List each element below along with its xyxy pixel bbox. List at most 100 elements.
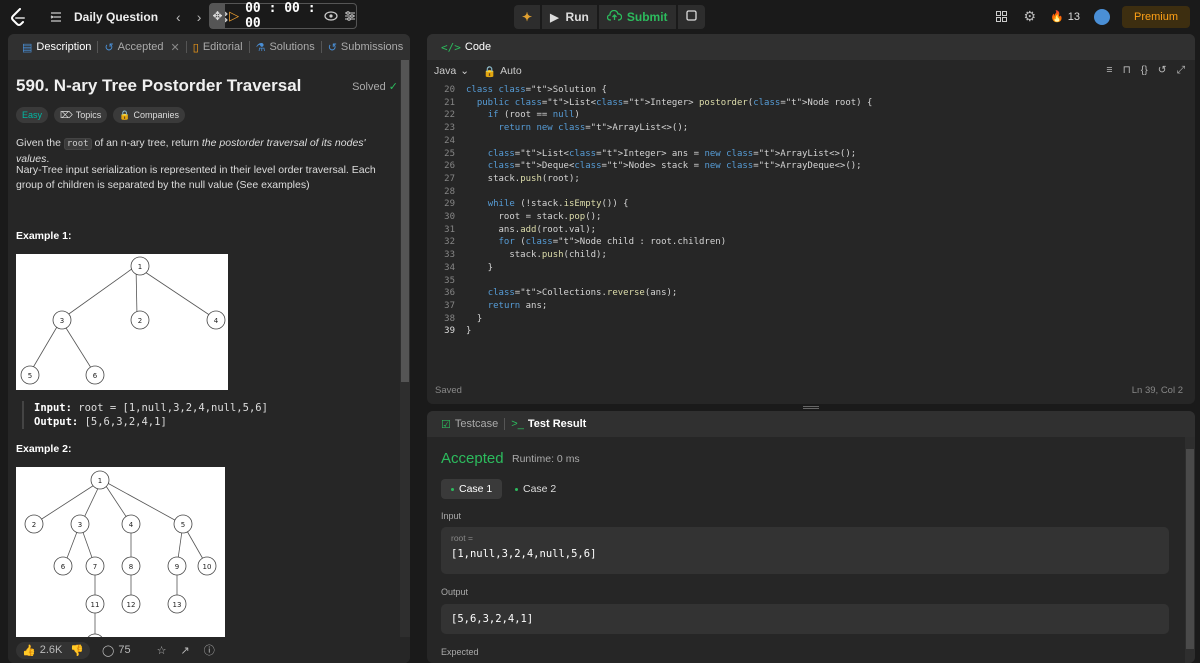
comments-button[interactable]: ◯ 75 [102,644,131,657]
help-icon[interactable]: ⓘ [204,642,215,658]
code-text: root = stack.pop(); [466,212,602,222]
timer: ✥ ▷ 00 : 00 : 00 [209,1,357,31]
notes-button[interactable] [677,5,705,29]
streak-counter[interactable]: 🔥 13 [1050,10,1080,24]
debug-button[interactable]: ✦ [514,5,541,29]
reset-icon[interactable]: ↺ [1158,64,1167,77]
example-1-tree-image: 1 3 2 4 5 6 [16,254,228,390]
tab-description[interactable]: ▤ Description [16,41,97,54]
comment-icon: ◯ [102,644,115,657]
format-icon[interactable]: ≡ [1106,64,1112,77]
code-line[interactable]: 39} [427,325,1195,338]
code-line[interactable]: 26 class="t">Deque<class="t">Node> stack… [427,160,1195,173]
code-line[interactable]: 35 [427,275,1195,288]
tab-submissions[interactable]: ↺ Submissions [322,41,410,54]
result-tabs: ☑ Testcase >_ Test Result [427,411,1195,437]
tree-node-label: 10 [203,563,212,571]
code-line[interactable]: 21 public class="t">List<class="t">Integ… [427,97,1195,110]
braces-icon[interactable]: {} [1141,64,1148,77]
prev-question-icon[interactable]: ‹ [176,9,181,25]
chevron-down-icon: ⌄ [460,65,469,77]
language-select[interactable]: Java ⌄ [434,65,469,77]
tab-solutions[interactable]: ⚗ Solutions [250,41,321,54]
editor-actions: ≡ ⊓ {} ↺ ⤢ [1106,64,1185,77]
streak-count: 13 [1067,10,1080,23]
example-1-io: Input: root = [1,null,3,2,4,null,5,6] Ou… [22,401,268,429]
tree-node-label: 1 [98,477,102,485]
statement-text: Given the [16,137,64,149]
problem-list-icon[interactable] [50,11,62,23]
line-number: 21 [444,97,455,108]
code-line[interactable]: 31 ans.add(root.val); [427,224,1195,237]
auto-mode[interactable]: 🔒 Auto [483,65,522,78]
submit-button[interactable]: Submit [598,5,676,29]
tab-description-label: Description [36,41,92,53]
code-line[interactable]: 30 root = stack.pop(); [427,211,1195,224]
thumbs-down-icon[interactable]: 👎 [70,644,84,657]
tab-editorial[interactable]: ▯ Editorial [187,41,249,54]
code-line[interactable]: 36 class="t">Collections.reverse(ans); [427,287,1195,300]
code-editor[interactable]: 20 class class="t">Solution {21 public cl… [427,84,1195,344]
premium-button[interactable]: Premium [1121,5,1190,28]
code-line[interactable]: 32 for (class="t">Node child : root.chil… [427,236,1195,249]
run-button[interactable]: ▶ Run [542,5,597,29]
code-line[interactable]: 20 class class="t">Solution { [427,84,1195,97]
problem-title[interactable]: 590. N-ary Tree Postorder Traversal [16,76,301,96]
leetcode-logo[interactable] [8,7,28,27]
timer-play-icon[interactable]: ▷ [229,8,239,24]
checkbox-icon: ☑ [441,418,451,431]
flask-icon: ⚗ [255,41,266,54]
input-value: [1,null,3,2,4,null,5,6] [451,548,597,560]
result-scrollbar[interactable] [1185,437,1195,663]
thumbs-up-icon: 👍 [22,644,36,657]
code-line[interactable]: 33 stack.push(child); [427,249,1195,262]
gear-icon[interactable]: ⚙ [1023,8,1036,25]
layout-grid-icon[interactable] [996,11,1008,22]
tab-accepted-label: Accepted [117,41,164,53]
tree-node-label: 5 [28,372,32,380]
code-line[interactable]: 28 [427,186,1195,199]
panel-resize-handle[interactable] [803,406,819,409]
book-icon: ▯ [192,41,199,54]
timer-settings-icon[interactable] [344,10,356,22]
close-icon[interactable]: ✕ [171,41,180,54]
line-number: 28 [444,186,455,197]
code-line[interactable]: 25 class="t">List<class="t">Integer> ans… [427,148,1195,161]
code-line[interactable]: 22 if (root == null) [427,109,1195,122]
description-scrollbar[interactable] [400,60,410,663]
companies-badge[interactable]: 🔒 Companies [113,107,186,123]
case-1-tab[interactable]: Case 1 [441,479,503,499]
language-value: Java [434,65,457,77]
line-number: 38 [444,313,455,324]
description-footer: 👍 2.6K 👎 ◯ 75 ☆ ↗ ⓘ [8,637,410,663]
tab-testcase[interactable]: ☑ Testcase [435,418,504,431]
avatar[interactable] [1093,8,1110,25]
fullscreen-icon[interactable]: ⤢ [1177,64,1185,77]
code-line[interactable]: 38 } [427,313,1195,326]
code-line[interactable]: 29 while (!stack.isEmpty()) { [427,198,1195,211]
code-line[interactable]: 34 } [427,262,1195,275]
tab-code[interactable]: </> Code [435,41,497,54]
star-icon[interactable]: ☆ [157,644,167,657]
eye-icon[interactable] [324,11,338,21]
code-line[interactable]: 23 return new class="t">ArrayList<>(); [427,122,1195,135]
code-line[interactable]: 27 stack.push(root); [427,173,1195,186]
cursor-position: Ln 39, Col 2 [1131,385,1183,396]
tab-accepted[interactable]: ↺ Accepted ✕ [98,41,185,54]
scrollbar-thumb[interactable] [1186,449,1194,649]
tab-test-result[interactable]: >_ Test Result [505,418,592,430]
drag-handle-icon[interactable]: ✥ [210,4,226,28]
like-button[interactable]: 👍 2.6K 👎 [16,641,91,659]
serialization-note: Nary-Tree input serialization is represe… [16,164,376,191]
next-question-icon[interactable]: › [197,9,202,25]
case-2-tab[interactable]: Case 2 [505,479,566,499]
bookmark-icon[interactable]: ⊓ [1123,64,1131,77]
topics-badge[interactable]: ⌦ Topics [54,107,108,123]
scrollbar-thumb[interactable] [401,60,409,382]
daily-question-title[interactable]: Daily Question [74,10,158,24]
code-text: class="t">List<class="t">Integer> ans = … [487,148,857,159]
share-icon[interactable]: ↗ [180,644,189,657]
editor-scrollbar[interactable] [1185,84,1195,354]
code-line[interactable]: 24 [427,135,1195,148]
code-line[interactable]: 37 return ans; [427,300,1195,313]
